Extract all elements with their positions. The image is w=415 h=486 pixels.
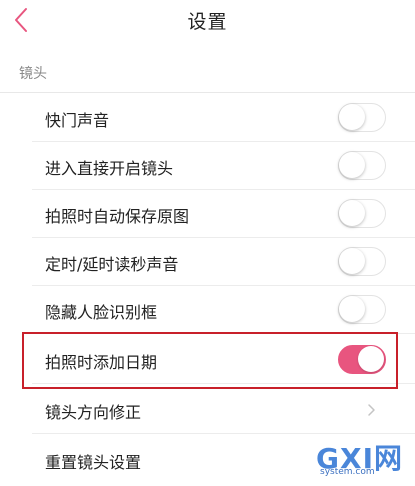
hide-face-frame-toggle[interactable] <box>338 295 386 324</box>
watermark-domain: system.com <box>320 467 375 477</box>
setting-label: 进入直接开启镜头 <box>45 159 174 178</box>
setting-row-hide-face-frame[interactable]: 隐藏人脸识别框 <box>0 286 415 334</box>
setting-label: 隐藏人脸识别框 <box>45 303 158 322</box>
toggle-knob <box>339 152 365 178</box>
section-divider <box>0 92 415 93</box>
save-original-toggle[interactable] <box>338 199 386 228</box>
site-watermark: GXI网 system.com <box>316 437 412 481</box>
setting-row-timer-sound[interactable]: 定时/延时读秒声音 <box>0 238 415 286</box>
section-label-camera: 镜头 <box>19 66 47 82</box>
setting-row-shutter-sound[interactable]: 快门声音 <box>0 94 415 142</box>
shutter-sound-toggle[interactable] <box>338 103 386 132</box>
toggle-knob <box>339 248 365 274</box>
row-divider <box>32 433 415 434</box>
timer-sound-toggle[interactable] <box>338 247 386 276</box>
settings-screen: 设置 镜头 快门声音 进入直接开启镜头 拍照时自动保存原图 定时/延时读秒声音 … <box>0 0 415 486</box>
page-title: 设置 <box>187 11 228 33</box>
setting-row-lens-orientation[interactable]: 镜头方向修正 <box>0 386 415 434</box>
toggle-knob <box>339 104 365 130</box>
setting-label: 定时/延时读秒声音 <box>45 255 179 274</box>
setting-label: 拍照时自动保存原图 <box>45 207 190 226</box>
highlight-annotation-box <box>22 332 398 389</box>
setting-label: 镜头方向修正 <box>45 403 142 422</box>
chevron-right-icon <box>368 404 375 416</box>
toggle-knob <box>339 200 365 226</box>
setting-row-open-camera-direct[interactable]: 进入直接开启镜头 <box>0 142 415 190</box>
open-camera-direct-toggle[interactable] <box>338 151 386 180</box>
header-bar: 设置 <box>0 0 415 42</box>
setting-label: 快门声音 <box>45 111 110 130</box>
setting-label: 重置镜头设置 <box>45 453 142 472</box>
toggle-knob <box>339 296 365 322</box>
setting-row-save-original[interactable]: 拍照时自动保存原图 <box>0 190 415 238</box>
